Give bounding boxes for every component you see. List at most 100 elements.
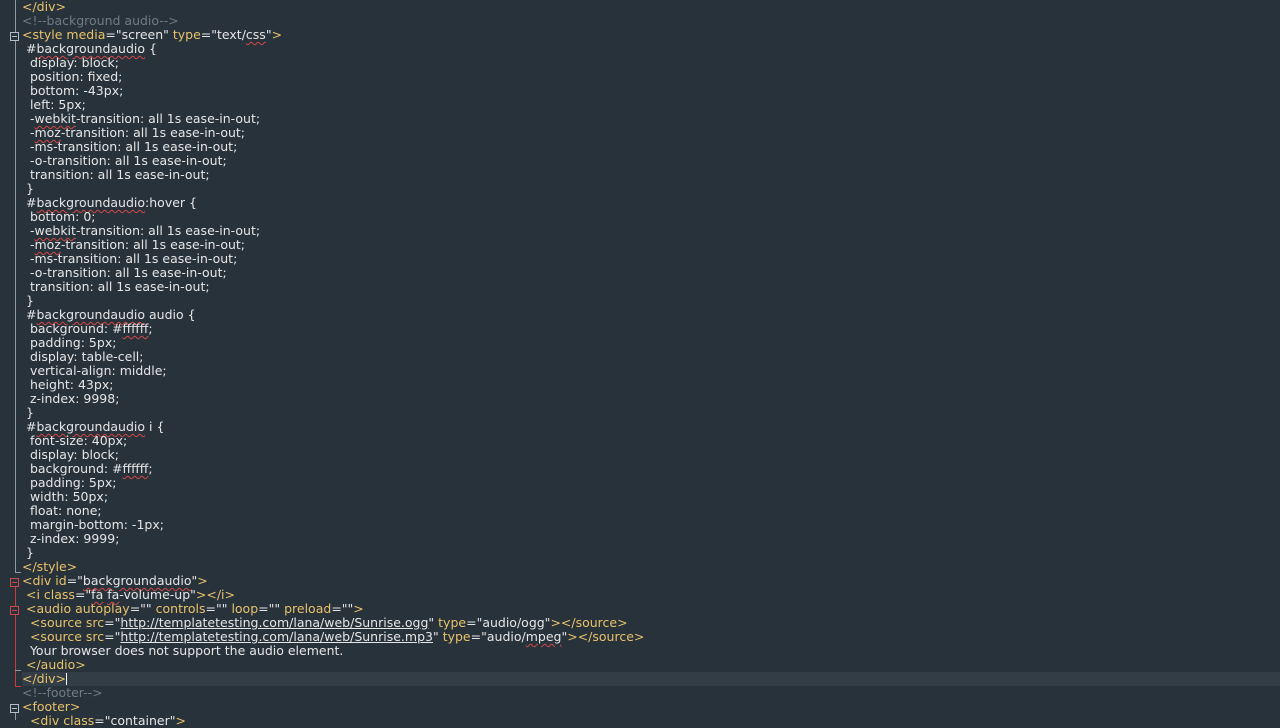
code-line[interactable]: bottom: 0; <box>22 210 1280 224</box>
code-line[interactable]: z-index: 9999; <box>22 532 1280 546</box>
code-token: ></i> <box>195 587 235 602</box>
code-token: } <box>22 545 34 560</box>
code-line[interactable]: Your browser does not support the audio … <box>22 644 1280 658</box>
code-line[interactable]: -ms-transition: all 1s ease-in-out; <box>22 140 1280 154</box>
code-token: mpeg <box>525 629 562 644</box>
code-token: float: none; <box>22 503 102 518</box>
code-line[interactable]: } <box>22 182 1280 196</box>
code-line[interactable]: <i class="fa fa-volume-up"></i> <box>22 588 1280 602</box>
code-line[interactable]: </div> <box>22 0 1280 14</box>
code-line[interactable]: background: #ffffff; <box>22 462 1280 476</box>
code-line[interactable]: <source src="http://templatetesting.com/… <box>22 630 1280 644</box>
code-token: type <box>442 629 471 644</box>
code-line[interactable]: left: 5px; <box>22 98 1280 112</box>
code-line[interactable]: <!--background audio--> <box>22 14 1280 28</box>
code-line[interactable]: padding: 5px; <box>22 336 1280 350</box>
code-token: - <box>22 111 35 126</box>
code-line[interactable]: <!--footer--> <box>22 686 1280 700</box>
code-line[interactable]: #backgroundaudio audio { <box>22 308 1280 322</box>
code-token: transition: all 1s ease-in-out; <box>22 167 210 182</box>
code-line[interactable]: </div> <box>22 672 1280 686</box>
code-token: > <box>175 713 186 728</box>
code-token: ="" <box>129 601 156 616</box>
code-line[interactable]: -o-transition: all 1s ease-in-out; <box>22 154 1280 168</box>
code-line[interactable]: height: 43px; <box>22 378 1280 392</box>
fold-end-marker <box>15 670 21 671</box>
code-line[interactable]: font-size: 40px; <box>22 434 1280 448</box>
code-line[interactable]: -webkit-transition: all 1s ease-in-out; <box>22 224 1280 238</box>
code-token: - <box>22 125 35 140</box>
code-token: audio { <box>145 307 196 322</box>
code-line[interactable]: #backgroundaudio { <box>22 42 1280 56</box>
code-token: -transition: all 1s ease-in-out; <box>60 125 246 140</box>
code-line[interactable]: #backgroundaudio:hover { <box>22 196 1280 210</box>
code-token: i { <box>145 419 165 434</box>
code-line[interactable]: #backgroundaudio i { <box>22 420 1280 434</box>
code-token: " <box>432 629 443 644</box>
code-token: class <box>63 713 95 728</box>
code-line[interactable]: } <box>22 546 1280 560</box>
fold-collapse-icon[interactable] <box>10 704 19 713</box>
code-line[interactable]: float: none; <box>22 504 1280 518</box>
code-token: preload <box>284 601 332 616</box>
code-token: fa <box>91 587 104 602</box>
code-token: css <box>245 27 266 42</box>
code-token: # <box>22 41 37 56</box>
code-token: left: 5px; <box>22 97 86 112</box>
code-line[interactable]: -webkit-transition: all 1s ease-in-out; <box>22 112 1280 126</box>
code-line[interactable]: display: table-cell; <box>22 350 1280 364</box>
code-token: =" <box>104 615 121 630</box>
fold-collapse-icon[interactable] <box>10 32 19 41</box>
code-line[interactable]: margin-bottom: -1px; <box>22 518 1280 532</box>
code-line[interactable]: -ms-transition: all 1s ease-in-out; <box>22 252 1280 266</box>
code-token: backgroundaudio <box>36 419 146 434</box>
code-token: # <box>22 195 37 210</box>
code-line[interactable]: <div class="container"> <box>22 714 1280 728</box>
code-editor[interactable]: </div> <!--background audio--> <style medi… <box>0 0 1280 728</box>
code-line[interactable]: transition: all 1s ease-in-out; <box>22 168 1280 182</box>
code-token: ; <box>148 461 153 476</box>
code-line[interactable]: z-index: 9998; <box>22 392 1280 406</box>
code-line[interactable]: display: block; <box>22 56 1280 70</box>
code-token: z-index: 9999; <box>22 531 120 546</box>
code-line[interactable]: display: block; <box>22 448 1280 462</box>
code-line[interactable]: <audio autoplay="" controls="" loop="" p… <box>22 602 1280 616</box>
code-line[interactable]: } <box>22 406 1280 420</box>
code-line[interactable]: <footer> <box>22 700 1280 714</box>
code-line[interactable]: <div id="backgroundaudio"> <box>22 574 1280 588</box>
code-token: fa <box>107 587 120 602</box>
code-token: id <box>55 573 67 588</box>
code-line[interactable]: -moz-transition: all 1s ease-in-out; <box>22 238 1280 252</box>
code-token: backgroundaudio <box>36 307 146 322</box>
code-token: height: 43px; <box>22 377 114 392</box>
code-line[interactable]: <style media="screen" type="text/css"> <box>22 28 1280 42</box>
code-token: " <box>428 615 439 630</box>
code-token: transition: all 1s ease-in-out; <box>22 279 210 294</box>
code-token: ="audio/ogg" <box>466 615 551 630</box>
code-line[interactable]: background: #ffffff; <box>22 322 1280 336</box>
code-line[interactable]: <source src="http://templatetesting.com/… <box>22 616 1280 630</box>
code-line[interactable]: </style> <box>22 560 1280 574</box>
code-line[interactable]: -o-transition: all 1s ease-in-out; <box>22 266 1280 280</box>
code-line[interactable]: </audio> <box>22 658 1280 672</box>
code-token: =" <box>74 587 92 602</box>
fold-collapse-icon[interactable] <box>10 578 19 587</box>
code-line[interactable]: width: 50px; <box>22 490 1280 504</box>
code-lines[interactable]: </div> <!--background audio--> <style medi… <box>22 0 1280 728</box>
code-token: vertical-align: middle; <box>22 363 167 378</box>
code-token: </style> <box>22 559 78 574</box>
code-token: ="" <box>205 601 232 616</box>
code-line[interactable]: padding: 5px; <box>22 476 1280 490</box>
code-line[interactable]: } <box>22 294 1280 308</box>
code-token: > <box>197 573 208 588</box>
code-line[interactable]: bottom: -43px; <box>22 84 1280 98</box>
code-token: loop <box>231 601 259 616</box>
code-line[interactable]: vertical-align: middle; <box>22 364 1280 378</box>
fold-end-marker <box>15 572 21 573</box>
code-line[interactable]: position: fixed; <box>22 70 1280 84</box>
code-line[interactable]: transition: all 1s ease-in-out; <box>22 280 1280 294</box>
code-token: ="" <box>258 601 285 616</box>
fold-collapse-icon[interactable] <box>10 606 19 615</box>
code-line[interactable]: -moz-transition: all 1s ease-in-out; <box>22 126 1280 140</box>
